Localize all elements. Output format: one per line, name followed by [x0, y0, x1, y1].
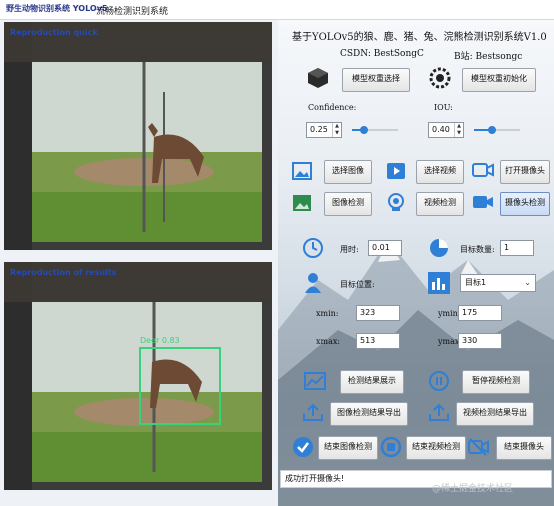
end-video-detect-button[interactable]: 结束视频检测	[406, 436, 466, 460]
camera-outline-icon	[472, 163, 494, 177]
image-icon	[292, 162, 312, 180]
pause-video-button[interactable]: 暂停视频检测	[462, 370, 530, 394]
pie-chart-icon	[430, 239, 448, 257]
xmin-field[interactable]: 323	[356, 305, 400, 321]
target-select-value: 目标1	[465, 278, 487, 287]
iou-label: IOU:	[434, 103, 453, 112]
location-person-icon	[305, 273, 321, 293]
show-result-button[interactable]: 检测结果展示	[340, 370, 404, 394]
image-detect-icon	[293, 195, 311, 211]
spin-arrows-icon[interactable]: ▲ ▼	[454, 123, 463, 137]
end-camera-button[interactable]: 结束摄像头	[496, 436, 552, 460]
count-label: 目标数量:	[460, 245, 495, 254]
bottom-frame-image	[4, 262, 272, 490]
export-image-button[interactable]: 图像检测结果导出	[330, 402, 408, 426]
camera-off-icon	[468, 438, 489, 456]
confidence-value: 0.25	[310, 125, 328, 134]
clock-icon	[303, 238, 323, 258]
upload-icon	[303, 403, 323, 421]
mountain-background	[278, 240, 554, 506]
spin-arrows-icon[interactable]: ▲ ▼	[332, 123, 341, 137]
control-panel	[278, 20, 554, 506]
camera-filled-icon	[473, 196, 493, 208]
video-play-icon	[387, 163, 405, 179]
panel-subtitle-csdn: CSDN: BestSongC	[340, 49, 424, 59]
iou-spinbox[interactable]: 0.40 ▲ ▼	[428, 122, 464, 138]
cube-icon	[308, 68, 328, 88]
window-title: 流畅检测识别系统	[96, 7, 169, 17]
ymax-field[interactable]: 330	[458, 333, 502, 349]
confidence-spinbox[interactable]: 0.25 ▲ ▼	[306, 122, 342, 138]
detection-label: Deer 0.83	[140, 336, 180, 345]
panel-subtitle-bilibili: B站: Bestsongc	[454, 52, 523, 62]
select-image-button[interactable]: 选择图像	[324, 160, 372, 184]
pause-icon	[429, 371, 449, 391]
bottom-video-pane: Reproduction of results Deer 0.83	[4, 262, 272, 490]
count-field[interactable]: 1	[500, 240, 534, 256]
window-title-bar: 野生动物识别系统 YOLOv5 流畅检测识别系统	[0, 0, 554, 20]
xmin-label: xmin:	[316, 309, 339, 318]
time-field[interactable]: 0.01	[368, 240, 402, 256]
panel-title: 基于YOLOv5的狼、鹿、猪、兔、浣熊检测识别系统V1.0	[292, 32, 547, 43]
bar-chart-icon	[428, 272, 450, 294]
image-detect-button[interactable]: 图像检测	[324, 192, 372, 216]
export-video-button[interactable]: 视频检测结果导出	[456, 402, 534, 426]
xmax-field[interactable]: 513	[356, 333, 400, 349]
top-video-pane: Reproduction quick	[4, 22, 272, 250]
webcam-icon	[388, 193, 404, 211]
confidence-label: Confidence:	[308, 103, 357, 112]
confidence-slider[interactable]	[352, 126, 398, 134]
model-select-button[interactable]: 模型权重选择	[342, 68, 410, 92]
end-image-detect-button[interactable]: 结束图像检测	[318, 436, 378, 460]
top-pane-overlay-text: Reproduction quick	[10, 28, 98, 37]
chevron-down-icon[interactable]: ⌄	[524, 275, 531, 291]
top-frame-image	[4, 22, 272, 250]
time-label: 用时:	[340, 245, 359, 254]
confidence-slider-handle[interactable]	[360, 126, 368, 134]
model-init-button[interactable]: 模型权重初始化	[462, 68, 536, 92]
upload-icon	[429, 403, 449, 421]
iou-slider[interactable]	[474, 126, 520, 134]
select-video-button[interactable]: 选择视频	[416, 160, 464, 184]
camera-detect-button[interactable]: 摄像头检测	[500, 192, 550, 216]
iou-value: 0.40	[432, 125, 450, 134]
gear-icon	[429, 67, 451, 89]
xmax-label: xmax:	[316, 337, 341, 346]
open-camera-button[interactable]: 打开摄像头	[500, 160, 550, 184]
target-select[interactable]: 目标1 ⌄	[460, 274, 536, 292]
app-logo-text: 野生动物识别系统 YOLOv5	[6, 4, 108, 13]
position-label: 目标位置:	[340, 280, 375, 289]
stop-circle-icon	[380, 436, 402, 458]
ymin-field[interactable]: 175	[458, 305, 502, 321]
line-chart-icon	[304, 372, 326, 390]
iou-slider-handle[interactable]	[488, 126, 496, 134]
bottom-pane-overlay-text: Reproduction of results	[10, 268, 117, 277]
watermark-text: @稀土掘金技术社区	[432, 484, 514, 494]
check-circle-icon	[293, 437, 313, 457]
video-detect-button[interactable]: 视频检测	[416, 192, 464, 216]
